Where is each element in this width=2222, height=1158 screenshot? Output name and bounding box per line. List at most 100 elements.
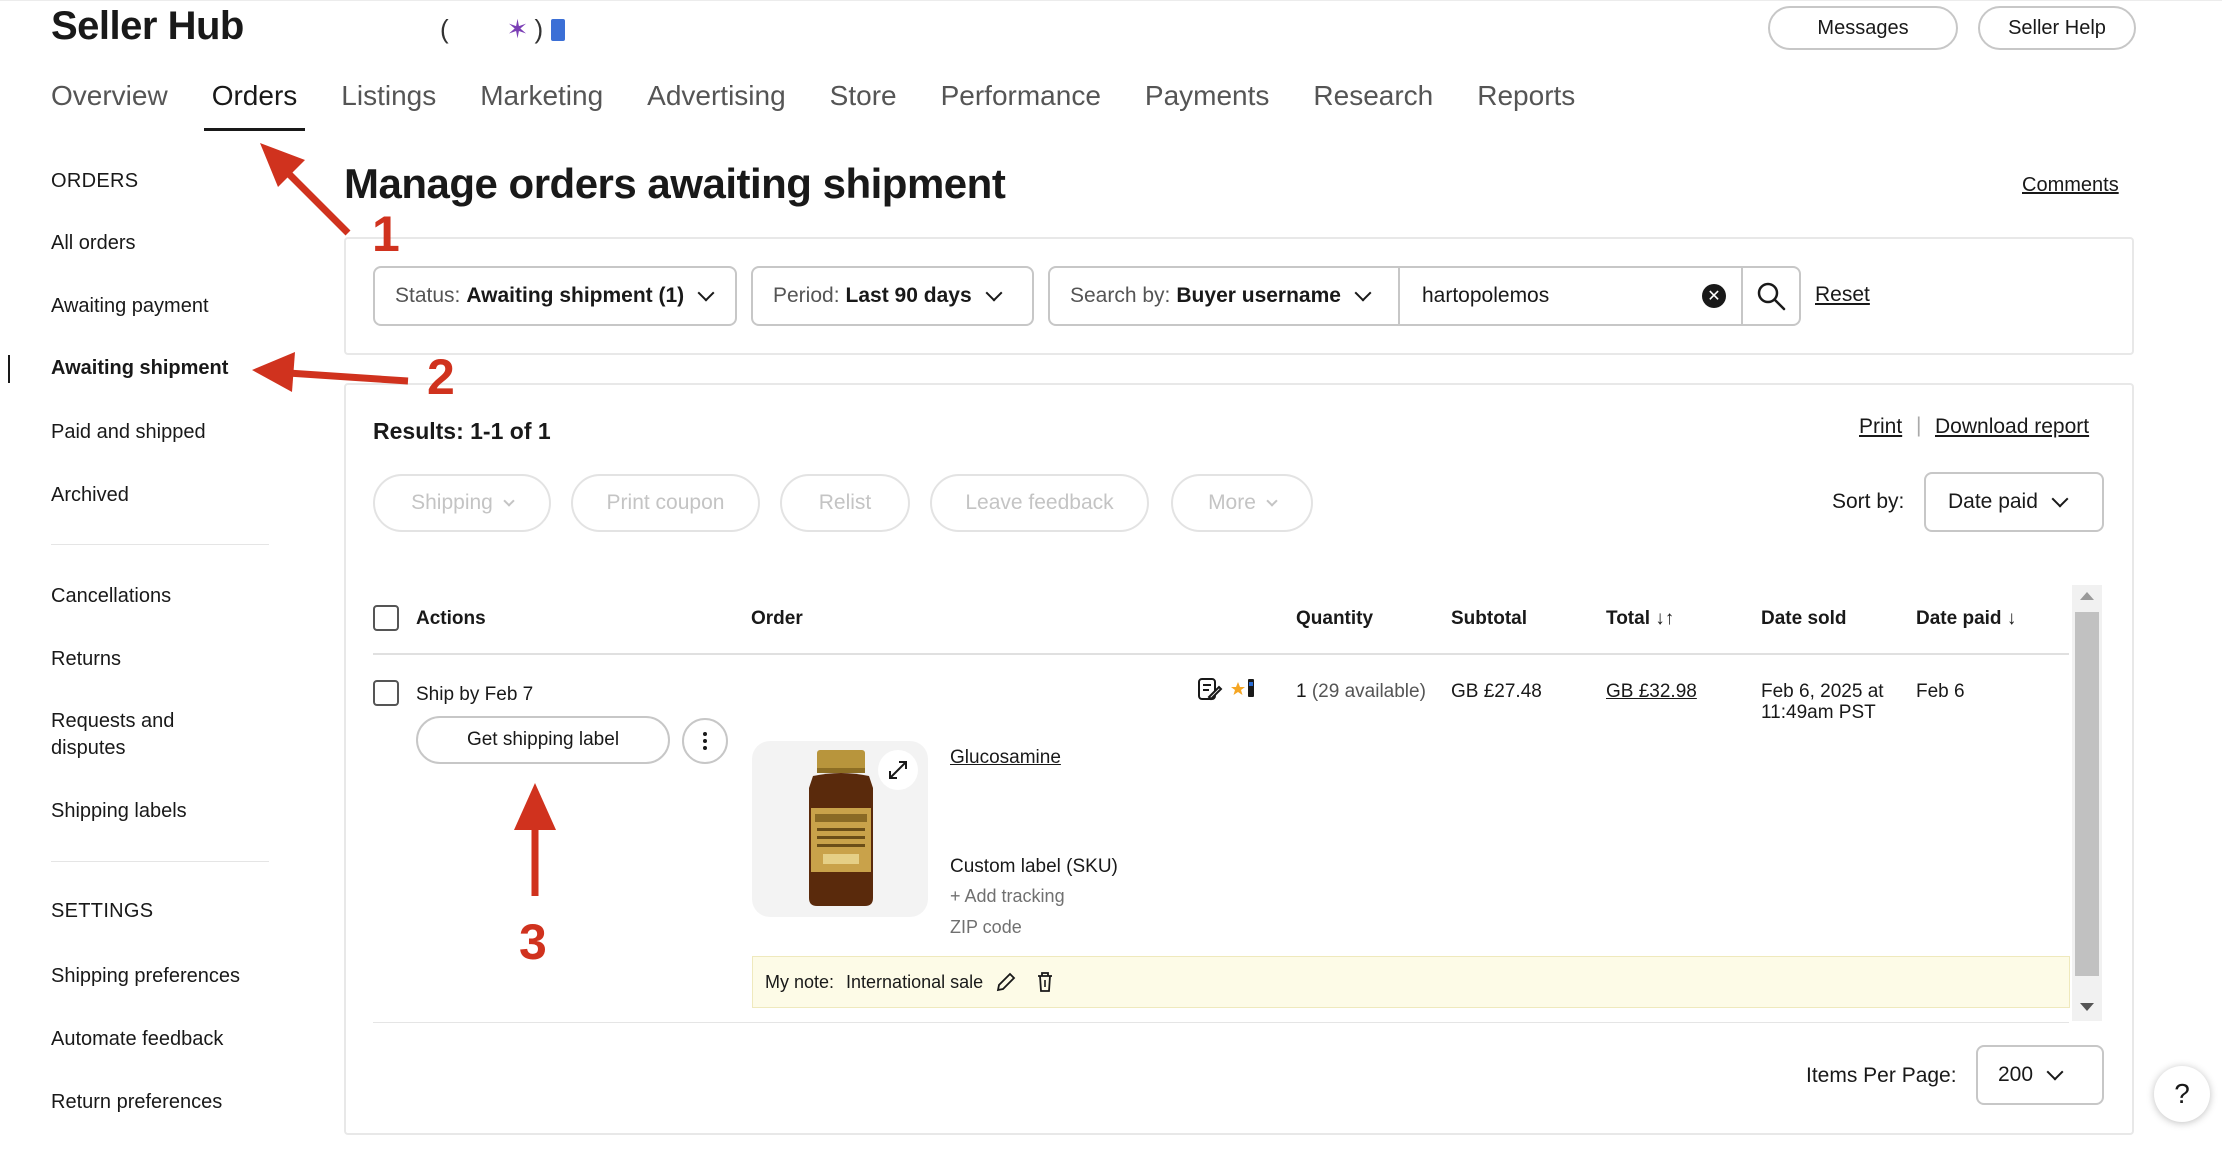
search-icon [1757,282,1786,311]
column-header-date-paid-label: Date paid [1916,608,2002,629]
top-rated-badge-icon [1231,679,1254,697]
kebab-dot [703,739,707,743]
quantity-value: 1 [1296,681,1307,702]
select-all-checkbox[interactable] [373,605,399,631]
quantity-available: (29 available) [1311,681,1426,702]
sidebar-item-all-orders[interactable]: All orders [51,230,135,257]
expand-icon[interactable] [878,750,918,790]
sidebar-item-archived[interactable]: Archived [51,482,129,509]
ship-by-date: Ship by Feb 7 [416,684,534,705]
print-coupon-button[interactable]: Print coupon [571,474,760,532]
sidebar-item-cancellations[interactable]: Cancellations [51,583,171,610]
download-report-link[interactable]: Download report [1935,415,2089,439]
chevron-down-icon [985,284,1003,302]
row-more-actions-button[interactable] [682,718,728,764]
print-link[interactable]: Print [1859,415,1902,439]
sidebar-item-label: Requests and [51,710,175,732]
page-title: Manage orders awaiting shipment [344,160,1006,207]
seller-help-button[interactable]: Seller Help [1978,6,2136,50]
column-header-order: Order [751,608,803,629]
items-per-page-value: 200 [1998,1063,2034,1086]
zip-code: ZIP code [950,917,1022,937]
seller-hub-logo[interactable]: Seller Hub [51,4,244,49]
reset-link[interactable]: Reset [1815,283,1870,307]
store-badge: (✶) [440,14,566,45]
sidebar-settings-heading: SETTINGS [51,900,154,922]
tab-orders[interactable]: Orders [203,80,305,131]
tab-marketing[interactable]: Marketing [480,80,603,130]
column-header-total[interactable]: Total ↓↑ [1606,608,1674,630]
tab-reports[interactable]: Reports [1477,80,1575,130]
tab-advertising[interactable]: Advertising [647,80,786,130]
order-note: My note: International sale [752,956,2070,1008]
book-icon [551,19,566,41]
tab-store[interactable]: Store [830,80,897,130]
sidebar-item-requests-and-disputes[interactable]: Requests and disputes [51,708,174,762]
product-bottle-image [809,750,873,906]
tab-overview[interactable]: Overview [51,80,168,130]
scrollbar-thumb[interactable] [2075,612,2099,976]
sidebar-item-shipping-labels[interactable]: Shipping labels [51,798,187,825]
help-button[interactable]: ? [2154,1066,2210,1122]
search-by-dropdown[interactable]: Search by: Buyer username [1048,266,1400,326]
sort-by-value: Date paid [1948,490,2038,513]
sidebar-divider [51,544,269,545]
column-header-date-paid[interactable]: Date paid ↓ [1916,608,2016,630]
date-paid-cell: Feb 6 [1916,681,1965,702]
scroll-up-arrow-icon[interactable] [2080,592,2094,600]
chevron-down-icon [503,495,515,507]
search-by-value: Buyer username [1176,284,1341,307]
message-buyer-icon[interactable] [1195,675,1223,703]
get-shipping-label-button[interactable]: Get shipping label [416,716,670,764]
subtotal-cell: GB £27.48 [1451,681,1542,702]
sidebar-item-automate-feedback[interactable]: Automate feedback [51,1026,223,1053]
note-text: International sale [846,971,984,992]
status-filter-dropdown[interactable]: Status: Awaiting shipment (1) [373,266,737,326]
sidebar-item-return-preferences[interactable]: Return preferences [51,1089,222,1116]
period-filter-dropdown[interactable]: Period: Last 90 days [751,266,1034,326]
status-filter-value: Awaiting shipment (1) [466,284,685,307]
clear-icon[interactable]: ✕ [1702,284,1726,308]
add-tracking-link[interactable]: + Add tracking [950,886,1065,907]
items-per-page-dropdown[interactable]: 200 [1976,1045,2104,1105]
shipping-bulk-button[interactable]: Shipping [373,474,551,532]
relist-button[interactable]: Relist [780,474,910,532]
period-filter-label: Period: [773,284,840,307]
search-button[interactable] [1741,266,1801,326]
sidebar-item-shipping-preferences[interactable]: Shipping preferences [51,963,240,990]
sort-desc-icon: ↓ [2006,608,2017,629]
tab-listings[interactable]: Listings [341,80,436,130]
tab-performance[interactable]: Performance [941,80,1101,130]
table-header-divider [373,653,2069,655]
kebab-dot [703,746,707,750]
messages-button[interactable]: Messages [1768,6,1958,50]
search-by-label: Search by: [1070,284,1171,307]
comments-link[interactable]: Comments [2022,174,2119,197]
chevron-down-icon [1354,284,1372,302]
chevron-down-icon [2046,1063,2064,1081]
search-input[interactable]: hartopolemos [1398,266,1743,326]
tab-research[interactable]: Research [1313,80,1433,130]
more-actions-button[interactable]: More [1171,474,1313,532]
leave-feedback-button[interactable]: Leave feedback [930,474,1149,532]
custom-label-sku: Custom label (SKU) [950,856,1118,877]
trash-icon[interactable] [1035,971,1055,993]
annotation-label-3: 3 [519,914,547,970]
sidebar-item-paid-and-shipped[interactable]: Paid and shipped [51,419,206,446]
sidebar-item-awaiting-payment[interactable]: Awaiting payment [51,293,209,320]
items-per-page-label: Items Per Page: [1806,1064,1957,1087]
tab-payments[interactable]: Payments [1145,80,1270,130]
scroll-down-arrow-icon[interactable] [2080,1003,2094,1011]
quantity-cell: 1 (29 available) [1296,681,1426,703]
sidebar-item-returns[interactable]: Returns [51,646,121,673]
pencil-icon[interactable] [995,971,1017,993]
annotation-label-2: 2 [427,349,455,405]
total-link[interactable]: GB £32.98 [1606,681,1697,703]
row-select-checkbox[interactable] [373,680,399,706]
sidebar-item-awaiting-shipment[interactable]: Awaiting shipment [51,355,228,382]
product-title-link[interactable]: Glucosamine [950,747,1061,769]
sidebar-orders-heading: ORDERS [51,170,139,192]
sort-by-label: Sort by: [1832,490,1905,513]
sort-by-dropdown[interactable]: Date paid [1924,472,2104,532]
sort-toggle-icon: ↓↑ [1655,608,1675,629]
